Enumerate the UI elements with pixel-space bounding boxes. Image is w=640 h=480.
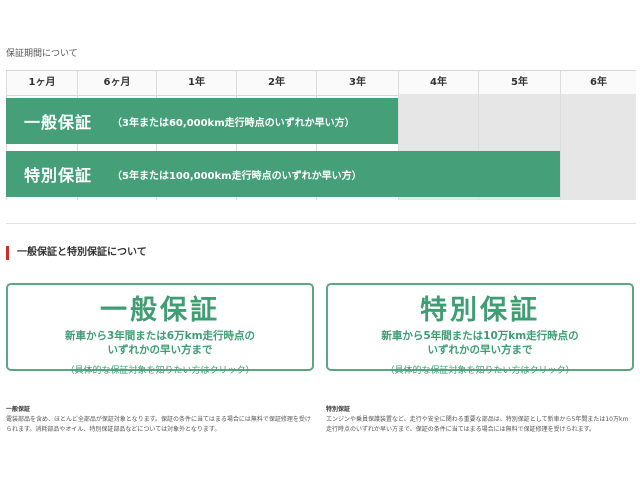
special-warranty-desc-line1: 新車から5年間または10万km走行時点の bbox=[381, 330, 579, 342]
special-warranty-note-text: エンジンや乗員保護装置など、走行や安全に関わる重要な部品は、特別保証として新車か… bbox=[326, 416, 629, 433]
timeline-body: 一般保証 （3年または60,000km走行時点のいずれか早い方） 特別保証 （5… bbox=[6, 94, 636, 200]
warranty-timeline: 1ヶ月 6ヶ月 1年 2年 3年 4年 5年 6年 一般保証 （3年または60,… bbox=[6, 70, 636, 200]
timeline-col-3-years: 3年 bbox=[316, 71, 398, 95]
general-warranty-note-title: 一般保証 bbox=[6, 406, 31, 413]
special-warranty-detail-link[interactable]: （具体的な保証対象を知りたい方はクリック） bbox=[328, 363, 632, 376]
general-warranty-bar-title: 一般保証 bbox=[24, 113, 93, 132]
special-warranty-card-desc: 新車から5年間または10万km走行時点の いずれかの早い方まで bbox=[328, 329, 632, 357]
timeline-header: 1ヶ月 6ヶ月 1年 2年 3年 4年 5年 6年 bbox=[6, 70, 636, 96]
timeline-col-1-month: 1ヶ月 bbox=[6, 71, 77, 95]
timeline-col-6-years: 6年 bbox=[560, 71, 636, 95]
general-warranty-bar: 一般保証 （3年または60,000km走行時点のいずれか早い方） bbox=[6, 98, 398, 144]
special-warranty-desc-line2: いずれかの早い方まで bbox=[427, 344, 533, 356]
general-warranty-detail-link[interactable]: （具体的な保証対象を知りたい方はクリック） bbox=[8, 363, 312, 376]
special-warranty-bar-title: 特別保証 bbox=[24, 166, 93, 185]
warranty-period-heading: 保証期間について bbox=[6, 49, 78, 59]
general-warranty-desc-line1: 新車から3年間または6万km走行時点の bbox=[64, 330, 256, 342]
general-warranty-bar-note: （3年または60,000km走行時点のいずれか早い方） bbox=[112, 117, 355, 129]
section-title: 一般保証と特別保証について bbox=[6, 246, 147, 260]
general-warranty-card[interactable]: 一般保証 新車から3年間または6万km走行時点の いずれかの早い方まで （具体的… bbox=[6, 283, 314, 376]
general-warranty-note-text: 電装部品を含め、ほとんど全部品が保証対象となります。保証の条件に当てはまる場合に… bbox=[6, 416, 311, 433]
timeline-col-4-years: 4年 bbox=[398, 71, 478, 95]
grid-line bbox=[560, 94, 561, 200]
general-warranty-desc-line2: いずれかの早い方まで bbox=[107, 344, 213, 356]
timeline-col-2-years: 2年 bbox=[236, 71, 316, 95]
special-warranty-bar: 特別保証 （5年または100,000km走行時点のいずれか早い方） bbox=[6, 151, 560, 197]
special-warranty-card-title: 特別保証 bbox=[420, 295, 540, 326]
special-warranty-bar-note: （5年または100,000km走行時点のいずれか早い方） bbox=[112, 170, 362, 182]
general-warranty-card-desc: 新車から3年間または6万km走行時点の いずれかの早い方まで bbox=[8, 329, 312, 357]
special-warranty-note-title: 特別保証 bbox=[326, 406, 351, 413]
timeline-col-5-years: 5年 bbox=[478, 71, 560, 95]
timeline-col-6-months: 6ヶ月 bbox=[77, 71, 156, 95]
section-divider bbox=[6, 223, 636, 224]
timeline-col-1-year: 1年 bbox=[156, 71, 236, 95]
special-warranty-card[interactable]: 特別保証 新車から5年間または10万km走行時点の いずれかの早い方まで （具体… bbox=[326, 283, 634, 376]
general-warranty-card-title: 一般保証 bbox=[100, 295, 220, 326]
